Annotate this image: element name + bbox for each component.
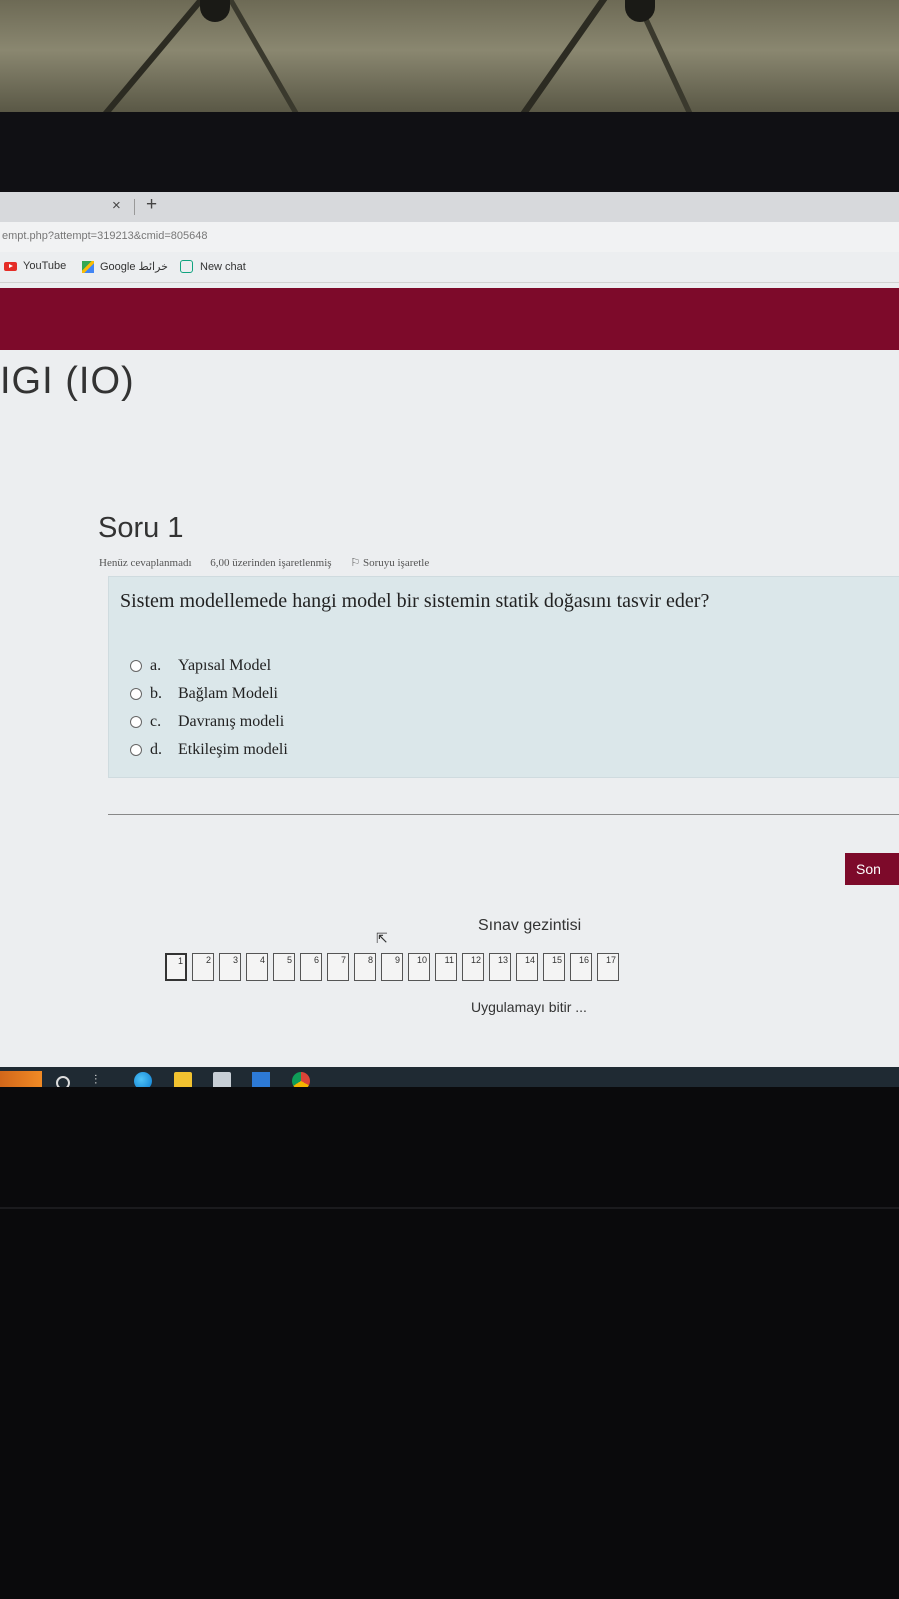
answer-label[interactable]: Yapısal Model (178, 657, 271, 675)
quiz-nav-button-5[interactable]: 5 (273, 953, 295, 981)
bookmark-label: New chat (200, 260, 246, 273)
page-title: IGI (IO) (0, 360, 135, 402)
site-header (0, 288, 899, 350)
answer-option-a[interactable]: a. Yapısal Model (130, 652, 288, 680)
bookmark-label: Google خرائط (100, 261, 168, 273)
address-bar[interactable]: empt.php?attempt=319213&cmid=805648 (0, 222, 899, 252)
quiz-nav-button-1[interactable]: 1 (165, 953, 187, 981)
answer-option-d[interactable]: d. Etkileşim modeli (130, 736, 288, 764)
answer-label[interactable]: Davranış modeli (178, 713, 284, 731)
windows-taskbar: ⫶ (0, 1067, 899, 1087)
radio-button[interactable] (130, 744, 142, 756)
question-status: Henüz cevaplanmadı (99, 557, 192, 569)
question-title: Soru 1 (98, 512, 184, 544)
answer-letter: c. (150, 713, 162, 730)
flag-question-link[interactable]: ⚐ Soruyu işaretle (350, 557, 429, 569)
google-maps-icon (82, 260, 94, 273)
answer-option-c[interactable]: c. Davranış modeli (130, 708, 288, 736)
quiz-nav-button-9[interactable]: 9 (381, 953, 403, 981)
monitor-bezel (0, 112, 899, 192)
screen: × + empt.php?attempt=319213&cmid=805648 … (0, 192, 899, 1087)
quiz-nav-button-6[interactable]: 6 (300, 953, 322, 981)
quiz-nav-button-11[interactable]: 11 (435, 953, 457, 981)
quiz-nav-button-10[interactable]: 10 (408, 953, 430, 981)
file-explorer-icon[interactable] (174, 1072, 192, 1087)
url-text[interactable]: empt.php?attempt=319213&cmid=805648 (2, 230, 208, 242)
quiz-nav-button-16[interactable]: 16 (570, 953, 592, 981)
quiz-nav-button-2[interactable]: 2 (192, 953, 214, 981)
quiz-nav-button-7[interactable]: 7 (327, 953, 349, 981)
task-view-icon[interactable]: ⫶ (94, 1072, 112, 1087)
search-icon[interactable] (56, 1076, 70, 1087)
youtube-icon (4, 261, 17, 271)
start-icon[interactable] (0, 1071, 42, 1087)
quiz-nav-button-13[interactable]: 13 (489, 953, 511, 981)
ceiling-lamp (200, 0, 230, 22)
answer-option-b[interactable]: b. Bağlam Modeli (130, 680, 288, 708)
question-marks: 6,00 üzerinden işaretlenmiş (210, 557, 332, 569)
quiz-nav-button-4[interactable]: 4 (246, 953, 268, 981)
divider (108, 814, 899, 815)
close-tab-icon[interactable]: × (112, 197, 121, 214)
chrome-icon[interactable] (292, 1072, 310, 1087)
answer-label[interactable]: Bağlam Modeli (178, 685, 278, 703)
edge-browser-icon[interactable] (134, 1072, 152, 1087)
finish-attempt-link[interactable]: Uygulamayı bitir ... (471, 999, 587, 1015)
quiz-nav-button-3[interactable]: 3 (219, 953, 241, 981)
bookmark-youtube[interactable]: YouTube (4, 260, 66, 272)
next-page-button[interactable]: Son (845, 853, 899, 885)
tab-separator (134, 199, 135, 215)
tab-bar: × + (0, 192, 899, 222)
bookmarks-bar: YouTube Google خرائط New chat (0, 252, 899, 283)
store-icon[interactable] (213, 1072, 231, 1087)
laptop-body (0, 1087, 899, 1599)
flag-label: Soruyu işaretle (362, 557, 430, 569)
radio-button[interactable] (130, 716, 142, 728)
mail-icon[interactable] (252, 1072, 270, 1087)
quiz-nav-button-12[interactable]: 12 (462, 953, 484, 981)
quiz-nav-button-17[interactable]: 17 (597, 953, 619, 981)
radio-button[interactable] (130, 688, 142, 700)
photo-ceiling (0, 0, 899, 112)
quiz-nav-button-14[interactable]: 14 (516, 953, 538, 981)
answer-letter: a. (150, 657, 162, 674)
answer-letter: b. (150, 685, 162, 702)
answer-label[interactable]: Etkileşim modeli (178, 741, 288, 759)
quiz-navigation-title: Sınav gezintisi (478, 917, 582, 934)
quiz-navigation-grid: 1 2 3 4 5 6 7 8 9 10 11 12 13 14 15 16 1… (165, 953, 624, 981)
answer-list: a. Yapısal Model b. Bağlam Modeli c. Dav… (130, 652, 288, 764)
quiz-nav-button-8[interactable]: 8 (354, 953, 376, 981)
mouse-cursor-icon: ⇱ (376, 930, 388, 946)
quiz-nav-button-15[interactable]: 15 (543, 953, 565, 981)
radio-button[interactable] (130, 660, 142, 672)
question-info: Henüz cevaplanmadı 6,00 üzerinden işaret… (99, 556, 429, 569)
new-tab-button[interactable]: + (146, 194, 157, 216)
bookmark-google-maps[interactable]: Google خرائط (82, 260, 168, 273)
ceiling-lamp (625, 0, 655, 22)
chatgpt-icon (180, 260, 193, 273)
bookmark-label: YouTube (23, 260, 67, 272)
answer-letter: d. (150, 741, 162, 758)
flag-icon: ⚐ (350, 557, 363, 569)
question-text: Sistem modellemede hangi model bir siste… (120, 590, 710, 612)
bookmark-new-chat[interactable]: New chat (180, 260, 246, 273)
